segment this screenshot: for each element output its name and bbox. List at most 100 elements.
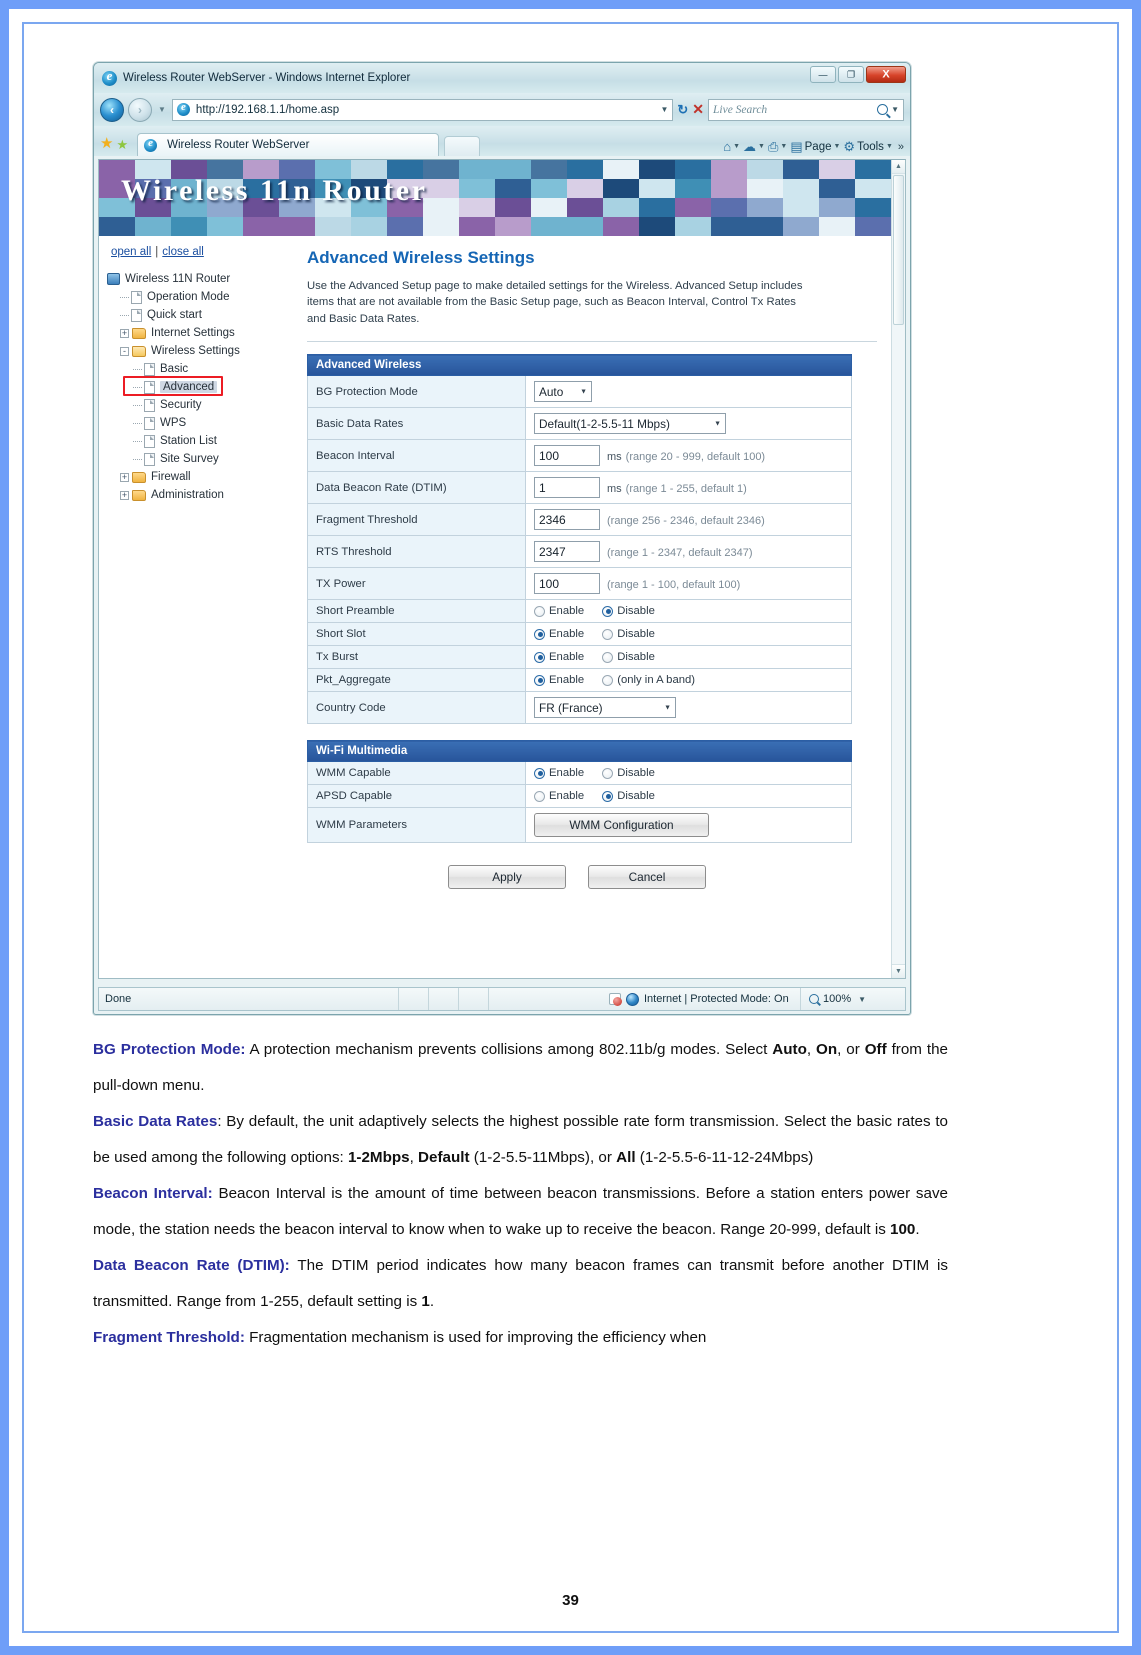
sidebar-item-site-survey[interactable]: Site Survey bbox=[107, 450, 299, 468]
add-favorite-icon[interactable]: ★ bbox=[116, 138, 128, 151]
feeds-chevron-down-icon[interactable]: ▼ bbox=[758, 143, 765, 150]
mosaic-tile bbox=[315, 217, 351, 236]
security-zone[interactable]: Internet | Protected Mode: On bbox=[489, 988, 800, 1010]
scroll-up-arrow-icon[interactable]: ▲ bbox=[892, 160, 905, 174]
forward-button[interactable]: › bbox=[128, 97, 152, 122]
mosaic-tile bbox=[783, 217, 819, 236]
sidebar-item-administration[interactable]: + Administration bbox=[107, 486, 299, 504]
chevron-down-icon[interactable]: ▼ bbox=[714, 420, 721, 427]
favorites-star-icon[interactable]: ★ bbox=[100, 136, 113, 151]
short-slot-radio-disable[interactable] bbox=[602, 628, 614, 640]
fragment-threshold-input[interactable] bbox=[534, 509, 600, 531]
mosaic-tile bbox=[531, 179, 567, 198]
bg-protection-mode-select[interactable]: Auto ▼ bbox=[534, 381, 592, 403]
country-code-select[interactable]: FR (France) ▼ bbox=[534, 697, 676, 719]
page-chevron-down-icon[interactable]: ▼ bbox=[833, 143, 840, 150]
mosaic-tile bbox=[675, 179, 711, 198]
sidebar-item-wps[interactable]: WPS bbox=[107, 414, 299, 432]
tools-menu-button[interactable]: ⚙ Tools ▼ bbox=[843, 140, 892, 153]
tx-burst-radio-disable[interactable] bbox=[602, 651, 614, 663]
router-page-body: open all | close all Wireless 11N Router Op… bbox=[99, 236, 891, 890]
mosaic-tile bbox=[135, 217, 171, 236]
close-icon: X bbox=[882, 68, 890, 80]
sidebar-item-wireless-settings[interactable]: - Wireless Settings bbox=[107, 342, 299, 360]
short-preamble-radio-enable[interactable] bbox=[534, 605, 545, 617]
back-button[interactable]: ‹ bbox=[100, 97, 124, 122]
cancel-button[interactable]: Cancel bbox=[588, 865, 706, 890]
collapse-icon[interactable]: - bbox=[120, 346, 129, 356]
short-preamble-radio-group: Enable Disable bbox=[534, 605, 843, 617]
minimize-button[interactable]: — bbox=[810, 66, 836, 83]
zoom-icon bbox=[809, 994, 819, 1004]
home-button[interactable]: ⌂ ▼ bbox=[723, 140, 740, 153]
browser-tab[interactable]: Wireless Router WebServer bbox=[137, 133, 440, 156]
basic-data-rates-select[interactable]: Default(1-2-5.5-11 Mbps) ▼ bbox=[534, 413, 726, 435]
zoom-control[interactable]: 100% ▼ bbox=[800, 988, 905, 1010]
mosaic-tile bbox=[171, 217, 207, 236]
open-all-link[interactable]: open all bbox=[111, 246, 151, 258]
refresh-icon[interactable]: ↻ bbox=[677, 102, 688, 118]
address-input[interactable]: http://192.168.1.1/home.asp ▼ bbox=[171, 98, 674, 121]
search-icon[interactable] bbox=[877, 104, 889, 115]
scroll-down-arrow-icon[interactable]: ▼ bbox=[892, 964, 905, 978]
sidebar-item-security[interactable]: Security bbox=[107, 396, 299, 414]
expand-icon[interactable]: + bbox=[120, 490, 129, 500]
scrollbar-thumb[interactable] bbox=[893, 175, 904, 325]
search-chevron-down-icon[interactable]: ▼ bbox=[891, 105, 899, 114]
sidebar-item-advanced[interactable]: Advanced bbox=[107, 376, 299, 396]
zoom-chevron-down-icon[interactable]: ▼ bbox=[858, 995, 866, 1004]
computer-icon bbox=[107, 273, 120, 285]
chevron-down-icon[interactable]: ▼ bbox=[580, 388, 587, 395]
folder-open-icon bbox=[132, 345, 146, 357]
short-slot-radio-enable[interactable] bbox=[534, 628, 545, 640]
wmm-configuration-button[interactable]: WMM Configuration bbox=[534, 813, 709, 838]
close-all-link[interactable]: close all bbox=[162, 246, 204, 258]
viewport-scrollbar[interactable]: ▲ ▼ bbox=[891, 160, 905, 978]
mosaic-tile bbox=[675, 198, 711, 217]
stop-icon[interactable]: ✕ bbox=[692, 101, 704, 118]
browser-tabstrip: ★ ★ Wireless Router WebServer ⌂▼ ☁▼ ⎙▼ ▤… bbox=[94, 126, 910, 156]
data-beacon-rate-dtim--input[interactable] bbox=[534, 477, 600, 499]
rts-threshold-input[interactable] bbox=[534, 541, 600, 563]
sidebar-item-firewall[interactable]: + Firewall bbox=[107, 468, 299, 486]
apsd-capable-radio-disable[interactable] bbox=[602, 790, 614, 802]
wmm-capable-radio-enable[interactable] bbox=[534, 767, 545, 779]
wmm-capable-radio-disable[interactable] bbox=[602, 767, 614, 779]
expand-icon[interactable]: + bbox=[120, 472, 129, 482]
short-preamble-radio-disable[interactable] bbox=[602, 605, 614, 617]
sidebar-item-wireless-11n-router[interactable]: Wireless 11N Router bbox=[107, 270, 299, 288]
page-menu-button[interactable]: ▤ Page ▼ bbox=[790, 140, 840, 153]
mosaic-tile bbox=[747, 217, 783, 236]
apply-button[interactable]: Apply bbox=[448, 865, 566, 890]
sidebar-item-quick-start[interactable]: Quick start bbox=[107, 306, 299, 324]
history-chevron-down-icon[interactable]: ▼ bbox=[158, 105, 166, 114]
close-button[interactable]: X bbox=[866, 66, 906, 83]
sidebar-item-operation-mode[interactable]: Operation Mode bbox=[107, 288, 299, 306]
tx-burst-radio-enable[interactable] bbox=[534, 651, 545, 663]
maximize-button[interactable]: ❐ bbox=[838, 66, 864, 83]
tx-power-input[interactable] bbox=[534, 573, 600, 595]
feeds-button[interactable]: ☁ ▼ bbox=[743, 140, 765, 153]
status-cell-2 bbox=[429, 988, 459, 1010]
command-overflow-icon[interactable]: » bbox=[898, 141, 904, 153]
sidebar-item-internet-settings[interactable]: + Internet Settings bbox=[107, 324, 299, 342]
print-button[interactable]: ⎙ ▼ bbox=[768, 140, 787, 153]
tree-actions-separator: | bbox=[155, 246, 159, 258]
home-chevron-down-icon[interactable]: ▼ bbox=[733, 143, 740, 150]
sidebar-item-label: Internet Settings bbox=[151, 327, 235, 339]
print-chevron-down-icon[interactable]: ▼ bbox=[780, 143, 787, 150]
chevron-down-icon[interactable]: ▼ bbox=[664, 704, 671, 711]
tools-chevron-down-icon[interactable]: ▼ bbox=[886, 143, 893, 150]
sidebar-item-basic[interactable]: Basic bbox=[107, 360, 299, 378]
expand-icon[interactable]: + bbox=[120, 328, 129, 338]
pkt-aggregate-radio-enable[interactable] bbox=[534, 674, 545, 686]
search-input[interactable]: Live Search ▼ bbox=[708, 98, 904, 121]
mosaic-tile bbox=[99, 217, 135, 236]
address-chevron-down-icon[interactable]: ▼ bbox=[660, 105, 668, 114]
apsd-capable-radio-enable[interactable] bbox=[534, 790, 545, 802]
new-tab-button[interactable] bbox=[444, 136, 481, 156]
beacon-interval-input[interactable] bbox=[534, 445, 600, 467]
sidebar-item-label: Wireless 11N Router bbox=[125, 273, 231, 285]
pkt-aggregate-radio--only-in-a-band-[interactable] bbox=[602, 674, 614, 686]
sidebar-item-station-list[interactable]: Station List bbox=[107, 432, 299, 450]
